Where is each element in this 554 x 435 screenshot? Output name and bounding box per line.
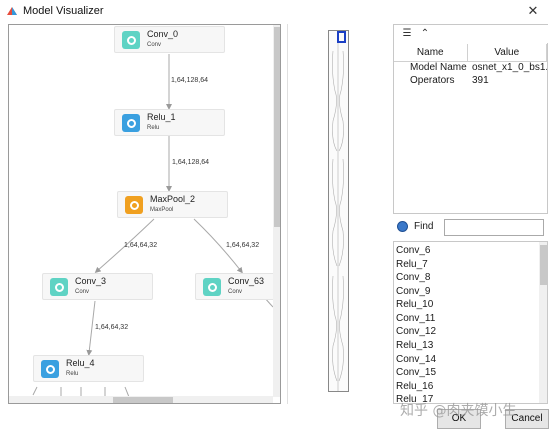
graph-node-conv-3[interactable]: Conv_3 Conv [42,273,153,300]
property-key: Model Name [410,62,467,74]
node-name: Relu_1 [147,112,176,122]
list-item[interactable]: Conv_14 [396,353,436,366]
minimap-overview[interactable] [328,30,349,392]
edge-label: 1,64,128,64 [172,159,209,166]
edge-label: 1,64,64,32 [95,324,129,331]
list-item[interactable]: Conv_11 [396,312,435,325]
properties-panel: ☰ ⌃ Name Value Model Name osnet_x1_0_bs1… [393,24,549,214]
property-key: Operators [410,75,455,86]
conv-op-icon [122,31,140,49]
node-name: Conv_3 [75,276,107,286]
relu-op-icon [122,114,140,132]
list-item[interactable]: Relu_10 [396,298,433,311]
scrollbar-thumb[interactable] [274,27,280,227]
column-header-value[interactable]: Value [467,44,547,62]
node-type: Conv [75,289,90,295]
node-type: Conv [147,42,162,48]
edge-label: 1,64,64,32 [226,242,260,249]
table-row[interactable]: Operators 391 [394,74,547,87]
graph-node-conv-0[interactable]: Conv_0 Conv [114,26,225,53]
node-type: MaxPool [150,207,174,213]
properties-toolbar: ☰ ⌃ [394,25,549,43]
operator-list[interactable]: Conv_6 Relu_7 Conv_8 Conv_9 Relu_10 Conv… [393,241,548,404]
edge-label: 1,64,128,64 [171,77,208,84]
node-type: Relu [147,125,160,131]
node-name: Conv_0 [147,29,179,39]
list-item[interactable]: Relu_13 [396,339,433,352]
graph-node-relu-1[interactable]: Relu_1 Relu [114,109,225,136]
close-icon[interactable]: ✕ [523,3,543,19]
minimap-viewport-indicator[interactable] [337,31,346,43]
property-value: osnet_x1_0_bs1... [472,62,547,74]
node-type: Conv [228,289,243,295]
title-bar: Model Visualizer ✕ [0,0,554,22]
graph-node-conv-63[interactable]: Conv_63 Conv [195,273,280,300]
relu-op-icon [41,360,59,378]
find-label: Find [414,221,434,232]
node-name: Conv_63 [228,276,265,286]
list-item[interactable]: Conv_8 [396,271,430,284]
list-item[interactable]: Relu_16 [396,380,433,393]
column-header-name[interactable]: Name [394,44,468,62]
scrollbar-thumb[interactable] [540,245,547,285]
maxpool-op-icon [125,196,143,214]
scrollbar-thumb[interactable] [113,397,173,403]
find-bar: Find [393,218,548,238]
graph-view[interactable]: 1,64,128,64 1,64,128,64 1,64,64,32 1,64,… [8,24,281,404]
conv-op-icon [203,278,221,296]
app-logo-icon [7,7,17,15]
edge-label: 1,64,64,32 [124,242,158,249]
graph-horizontal-scrollbar[interactable] [9,396,273,403]
watermark-text: 知乎 @肉夹馍小生 [400,403,517,419]
node-name: MaxPool_2 [150,194,196,204]
list-item[interactable]: Conv_9 [396,285,430,298]
operator-list-scrollbar[interactable] [539,242,547,403]
graph-vertical-scrollbar[interactable] [273,25,280,397]
edge-relu4-out-1 [32,386,38,396]
chevron-up-icon[interactable]: ⌃ [418,27,432,41]
list-item[interactable]: Conv_12 [396,325,436,338]
list-expand-icon[interactable]: ☰ [400,27,414,41]
properties-table: Name Value Model Name osnet_x1_0_bs1... … [394,44,547,87]
minimap-panel[interactable] [287,24,391,404]
minimap-graph-thumbnail [332,35,344,391]
node-type: Relu [66,371,79,377]
list-item[interactable]: Relu_7 [396,258,428,271]
graph-node-relu-4[interactable]: Relu_4 Relu [33,355,144,382]
property-value: 391 [472,75,489,86]
conv-op-icon [50,278,68,296]
list-item[interactable]: Conv_6 [396,244,430,257]
window-title: Model Visualizer [23,5,104,17]
graph-node-maxpool-2[interactable]: MaxPool_2 MaxPool [117,191,228,218]
table-row[interactable]: Model Name osnet_x1_0_bs1... [394,61,547,74]
list-item[interactable]: Conv_15 [396,366,436,379]
find-icon [397,221,408,232]
node-name: Relu_4 [66,358,95,368]
find-input[interactable] [444,219,544,236]
